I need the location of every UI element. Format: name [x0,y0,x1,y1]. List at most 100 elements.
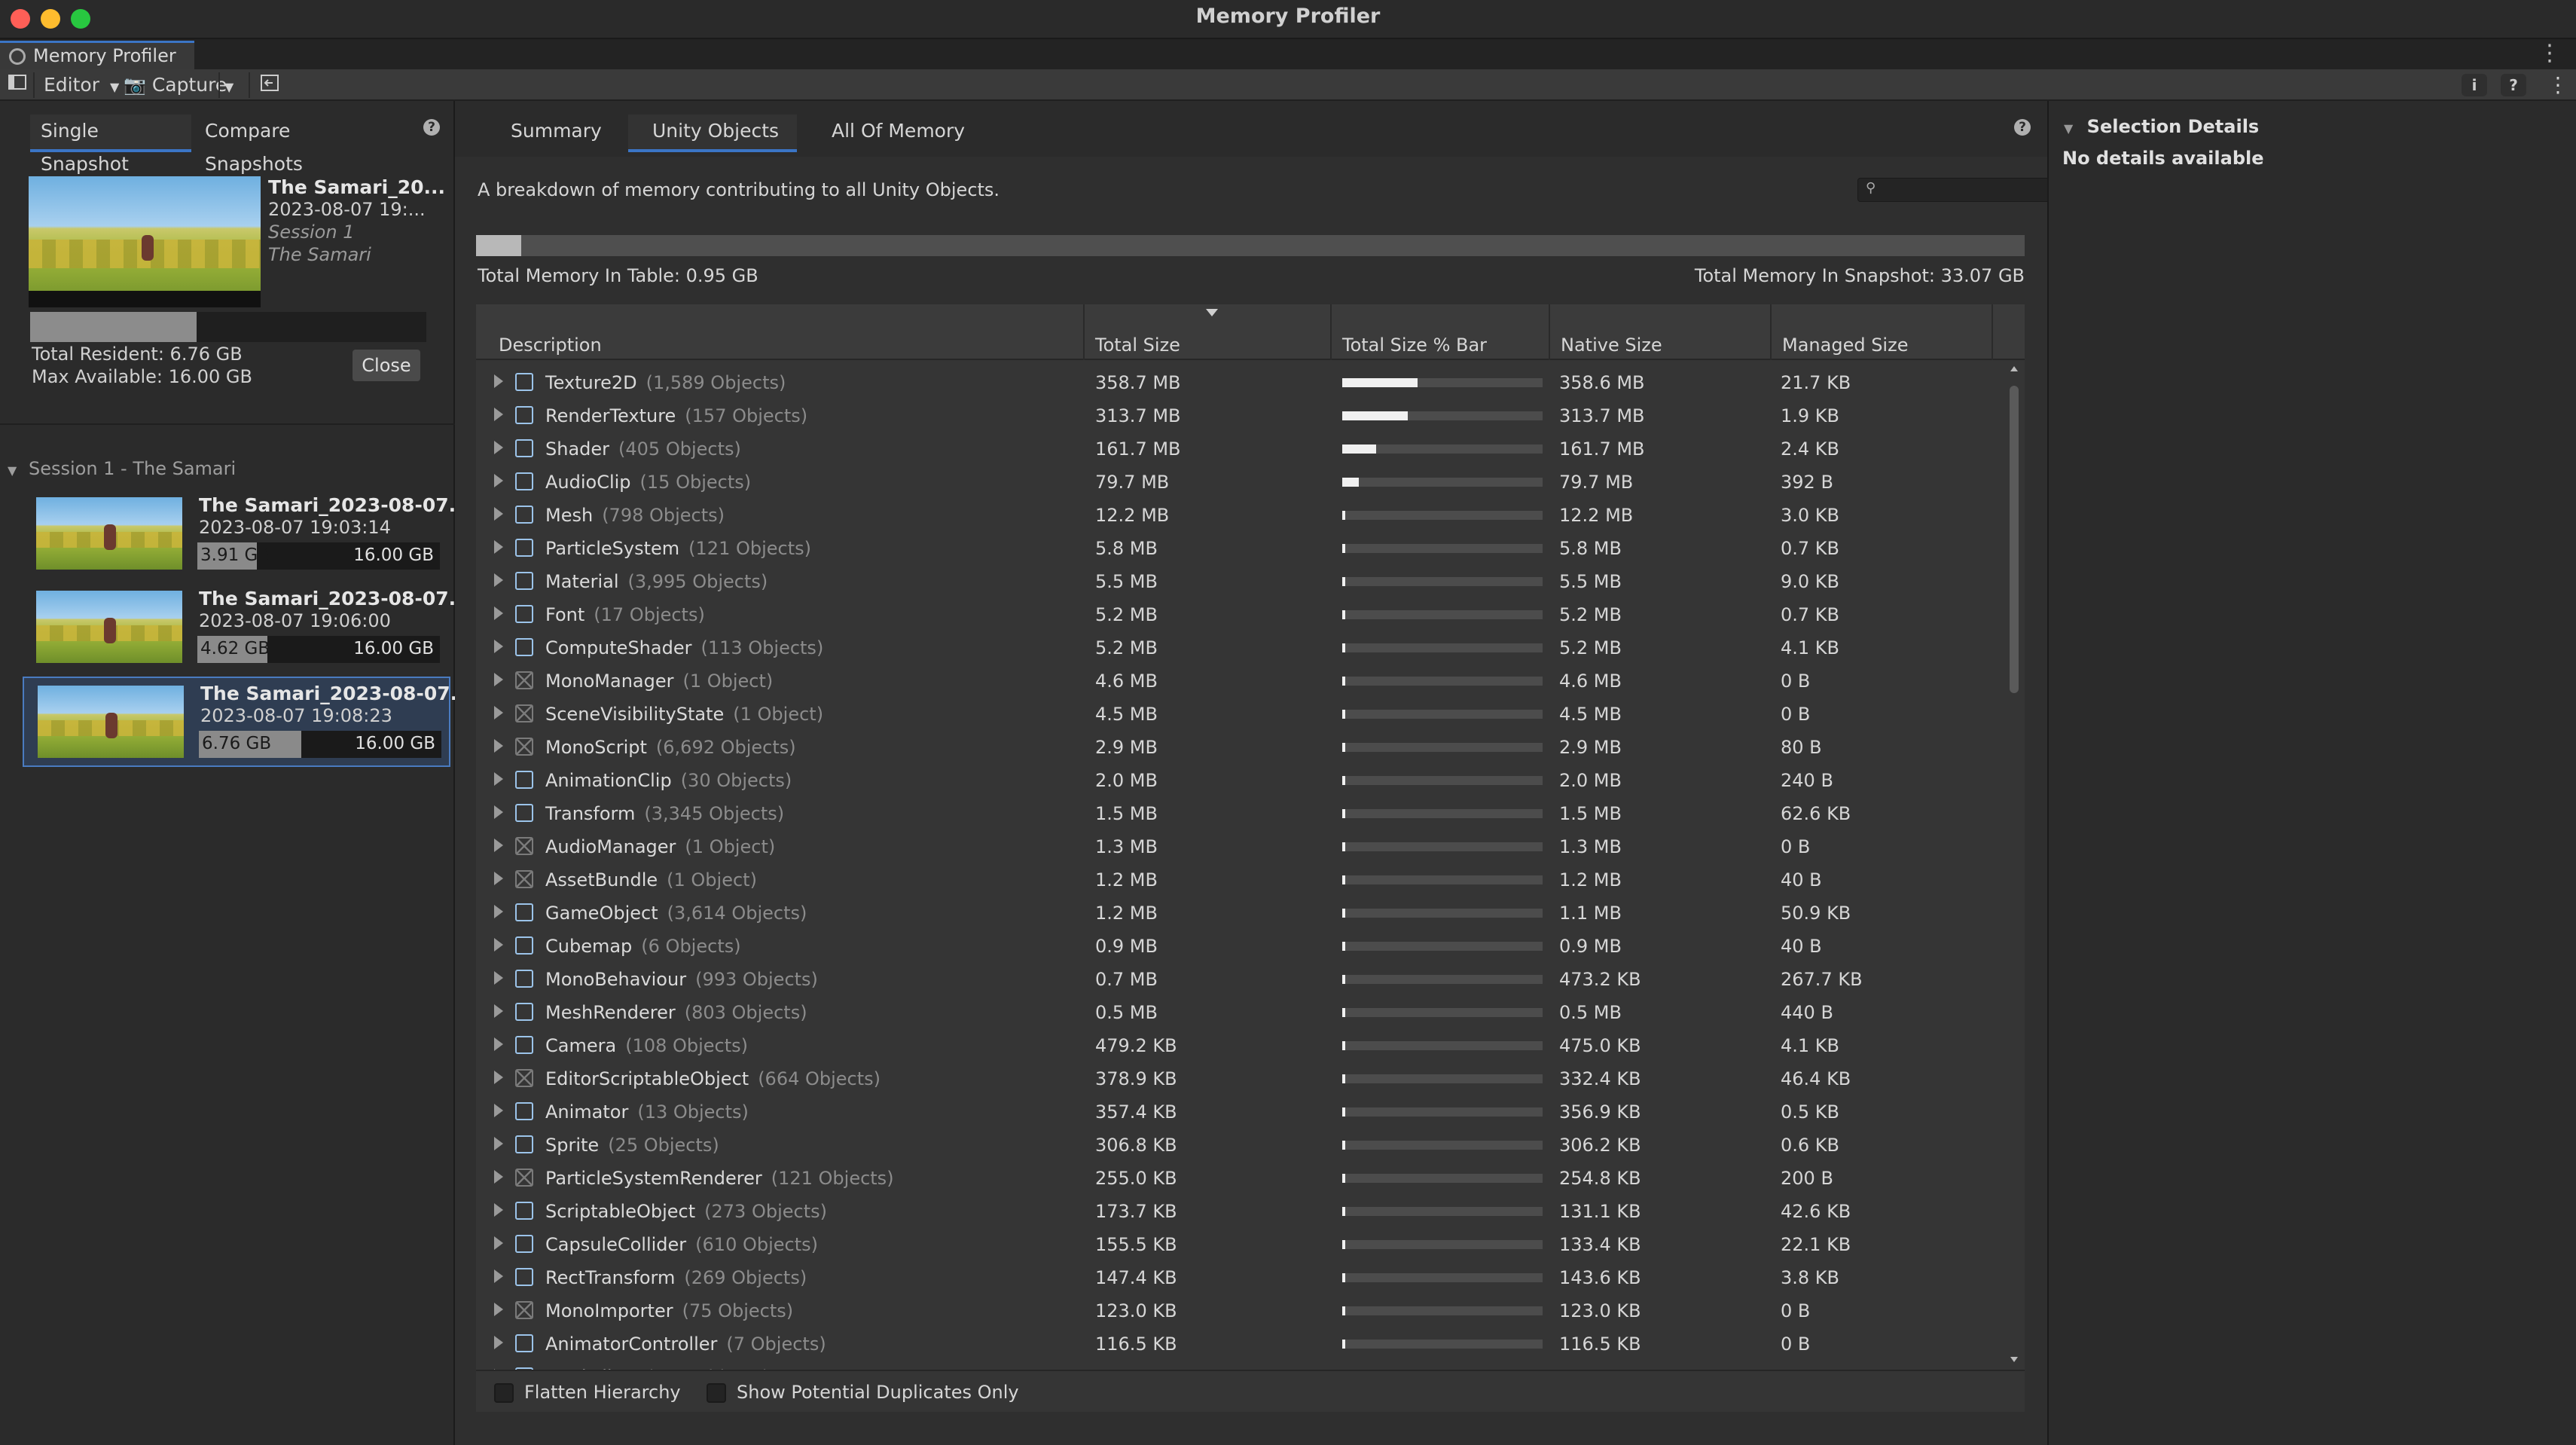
tab-compare-snapshots[interactable]: Compare Snapshots [202,115,390,175]
import-snapshot-icon[interactable] [259,72,280,98]
expand-row-icon[interactable] [494,673,503,686]
table-row[interactable]: Animator (13 Objects) 357.4 KB 356.9 KB 0… [476,1095,2025,1129]
expand-row-icon[interactable] [494,1269,503,1283]
help-icon[interactable]: ? [423,119,440,136]
capture-button[interactable]: 📷 Capture [124,72,227,98]
expand-row-icon[interactable] [494,905,503,918]
table-row[interactable]: Transform (3,345 Objects) 1.5 MB 1.5 MB 6… [476,797,2025,830]
table-row[interactable]: CapsuleCollider (610 Objects) 155.5 KB 13… [476,1228,2025,1261]
row-size-bar-fill [1342,1041,1345,1050]
expand-row-icon[interactable] [494,441,503,454]
expand-row-icon[interactable] [494,1303,503,1316]
expand-row-icon[interactable] [494,971,503,985]
column-native-size[interactable]: Native Size [1561,335,1662,356]
sidebar-toggle-icon[interactable] [8,72,27,98]
expand-row-icon[interactable] [494,938,503,952]
expand-row-icon[interactable] [494,1137,503,1150]
expand-row-icon[interactable] [494,706,503,719]
more-options-icon[interactable]: ⋮ [2547,72,2568,98]
tab-single-snapshot[interactable]: Single Snapshot [30,115,191,175]
table-row[interactable]: AnimatorController (7 Objects) 116.5 KB 1… [476,1327,2025,1361]
column-managed-size[interactable]: Managed Size [1782,335,1908,356]
table-row[interactable]: Font (17 Objects) 5.2 MB 5.2 MB 0.7 KB [476,598,2025,631]
expand-row-icon[interactable] [494,1236,503,1250]
show-duplicates-checkbox[interactable] [707,1383,726,1403]
tab-memory-profiler[interactable]: Memory Profiler [0,41,194,69]
info-icon[interactable]: i [2462,74,2487,96]
expand-row-icon[interactable] [494,739,503,753]
snapshot-list-item[interactable]: The Samari_2023-08-07... 2023-08-07 19:0… [23,490,470,580]
table-row[interactable]: ScriptableObject (273 Objects) 173.7 KB 1… [476,1195,2025,1228]
row-type-name: EditorScriptableObject [545,1068,749,1089]
row-object-count: (75 Objects) [682,1300,794,1321]
expand-row-icon[interactable] [494,540,503,554]
expand-row-icon[interactable] [494,772,503,786]
close-snapshot-button[interactable]: Close [353,350,420,381]
row-managed-size: 0 B [1781,704,1811,725]
table-row[interactable]: Material (3,995 Objects) 5.5 MB 5.5 MB 9.… [476,565,2025,598]
expand-row-icon[interactable] [494,474,503,487]
table-row[interactable]: MeshRenderer (803 Objects) 0.5 MB 0.5 MB … [476,996,2025,1029]
tab-summary[interactable]: Summary [511,115,607,152]
expand-row-icon[interactable] [494,573,503,587]
table-row[interactable]: MonoBehaviour (993 Objects) 0.7 MB 473.2 … [476,963,2025,996]
expand-row-icon[interactable] [494,1004,503,1018]
table-row[interactable]: AudioManager (1 Object) 1.3 MB 1.3 MB 0 B [476,830,2025,863]
expand-row-icon[interactable] [494,1104,503,1117]
scrollbar-thumb[interactable] [2010,386,2019,693]
expand-row-icon[interactable] [494,1071,503,1084]
snapshot-list-item[interactable]: The Samari_2023-08-07... 2023-08-07 19:0… [23,677,472,767]
row-total-size: 1.3 MB [1095,836,1158,857]
flatten-hierarchy-checkbox[interactable] [494,1383,514,1403]
table-row[interactable]: AudioClip (15 Objects) 79.7 MB 79.7 MB 39… [476,466,2025,499]
editor-target-dropdown[interactable]: Editor ▼ [44,72,119,98]
table-row[interactable]: MonoScript (6,692 Objects) 2.9 MB 2.9 MB … [476,731,2025,764]
table-row[interactable]: ParticleSystem (121 Objects) 5.8 MB 5.8 M… [476,532,2025,565]
table-row[interactable]: EditorScriptableObject (664 Objects) 378.… [476,1062,2025,1095]
table-row[interactable]: AssetBundle (1 Object) 1.2 MB 1.2 MB 40 B [476,863,2025,897]
session-header[interactable]: ▼ Session 1 - The Samari [8,458,236,479]
expand-row-icon[interactable] [494,606,503,620]
table-row[interactable]: SceneVisibilityState (1 Object) 4.5 MB 4.… [476,698,2025,731]
scroll-down-icon[interactable] [2010,1357,2018,1362]
table-row[interactable]: GameObject (3,614 Objects) 1.2 MB 1.1 MB … [476,897,2025,930]
table-row[interactable]: MeshFilter(800 Objects) 106.6 KB 106.2 K… [476,1361,2025,1370]
window-menu-icon[interactable]: ⋮ [2538,42,2561,65]
expand-row-icon[interactable] [494,408,503,421]
table-row[interactable]: AnimationClip (30 Objects) 2.0 MB 2.0 MB … [476,764,2025,797]
table-row[interactable]: RectTransform (269 Objects) 147.4 KB 143.… [476,1261,2025,1294]
tab-all-of-memory[interactable]: All Of Memory [832,115,967,152]
table-row[interactable]: Cubemap (6 Objects) 0.9 MB 0.9 MB 40 B [476,930,2025,963]
expand-row-icon[interactable] [494,1203,503,1217]
table-row[interactable]: Sprite (25 Objects) 306.8 KB 306.2 KB 0.6… [476,1129,2025,1162]
expand-row-icon[interactable] [494,507,503,521]
tab-unity-objects[interactable]: Unity Objects [628,115,797,152]
table-row[interactable]: Texture2D (1,589 Objects) 358.7 MB 358.6 … [476,366,2025,399]
expand-row-icon[interactable] [494,1037,503,1051]
table-row[interactable]: Mesh (798 Objects) 12.2 MB 12.2 MB 3.0 KB [476,499,2025,532]
expand-row-icon[interactable] [494,1336,503,1349]
expand-row-icon[interactable] [494,805,503,819]
selection-details-header[interactable]: ▼ Selection Details [2064,116,2259,137]
column-description[interactable]: Description [499,335,602,356]
table-row[interactable]: RenderTexture (157 Objects) 313.7 MB 313.… [476,399,2025,432]
table-row[interactable]: MonoImporter (75 Objects) 123.0 KB 123.0 … [476,1294,2025,1327]
help-icon[interactable]: ? [2501,74,2526,96]
expand-row-icon[interactable] [494,640,503,653]
table-row[interactable]: ComputeShader (113 Objects) 5.2 MB 5.2 MB… [476,631,2025,664]
expand-row-icon[interactable] [494,872,503,885]
capture-options-dropdown[interactable]: ▼ [224,72,233,98]
expand-row-icon[interactable] [494,839,503,852]
scroll-up-icon[interactable] [2010,366,2018,371]
expand-row-icon[interactable] [494,374,503,388]
row-native-size: 1.2 MB [1559,869,1622,891]
help-icon[interactable]: ? [2014,119,2031,136]
table-row[interactable]: MonoManager (1 Object) 4.6 MB 4.6 MB 0 B [476,664,2025,698]
snapshot-list-item[interactable]: The Samari_2023-08-07... 2023-08-07 19:0… [23,583,470,674]
column-total-size[interactable]: Total Size [1095,335,1180,356]
expand-row-icon[interactable] [494,1170,503,1184]
table-row[interactable]: Camera (108 Objects) 479.2 KB 475.0 KB 4.… [476,1029,2025,1062]
table-row[interactable]: ParticleSystemRenderer (121 Objects) 255.… [476,1162,2025,1195]
table-row[interactable]: Shader (405 Objects) 161.7 MB 161.7 MB 2.… [476,432,2025,466]
column-total-size-bar[interactable]: Total Size % Bar [1342,335,1487,356]
